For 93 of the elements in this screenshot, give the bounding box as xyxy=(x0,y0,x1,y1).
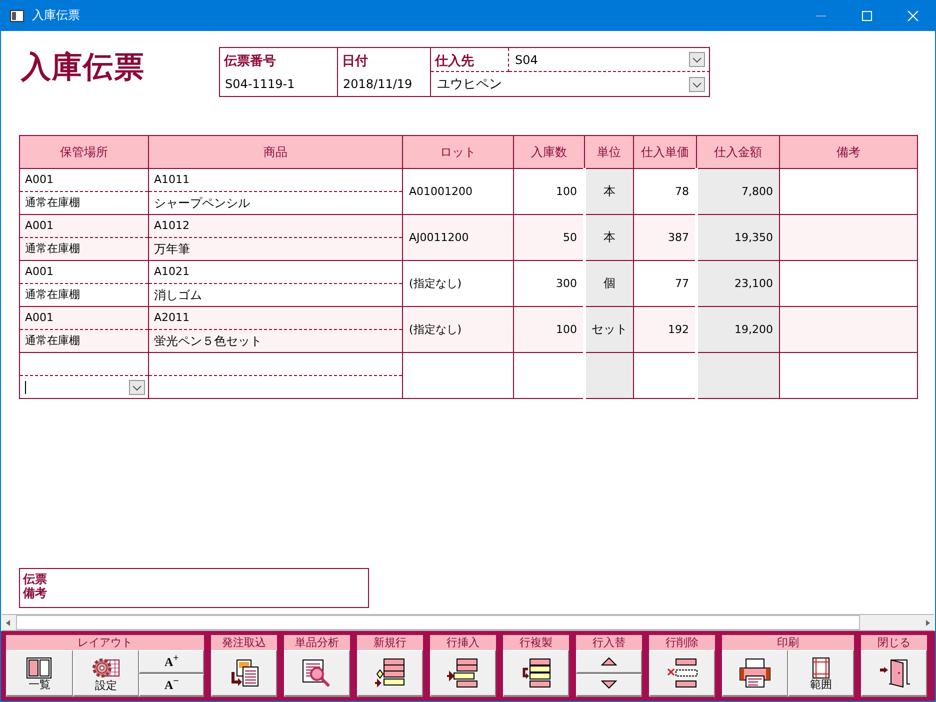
remarks-field[interactable]: 伝票備考 xyxy=(19,568,369,608)
supplier-name-dropdown[interactable]: ユウヒペン xyxy=(431,72,710,96)
font-larger-button[interactable]: A$^{+}$ xyxy=(139,650,204,674)
import-button[interactable] xyxy=(211,650,277,697)
group-label: 行複製 xyxy=(503,635,569,650)
table-cell: A1012 xyxy=(149,215,402,238)
group-label: 印刷 xyxy=(722,635,854,650)
slip-number-value: S04-1119-1 xyxy=(220,72,338,96)
table-cell: 50 xyxy=(514,214,584,260)
down-triangle-icon xyxy=(601,680,617,690)
column-header: ロット xyxy=(402,136,514,168)
close-icon[interactable] xyxy=(907,10,919,22)
magnifier-icon xyxy=(301,658,333,688)
table-cell: 19,200 xyxy=(696,306,780,352)
dropdown-icon[interactable] xyxy=(689,52,705,67)
up-triangle-icon xyxy=(601,656,617,666)
horizontal-scrollbar[interactable] xyxy=(2,614,934,631)
maximize-icon[interactable] xyxy=(861,10,873,22)
table-cell: A1021 xyxy=(149,261,402,284)
dropdown-icon[interactable] xyxy=(689,76,705,92)
gear-icon xyxy=(91,656,121,680)
table-cell: 本 xyxy=(584,214,634,260)
table-cell: 23,100 xyxy=(696,260,780,306)
page-range-icon xyxy=(812,656,830,678)
table-cell: A001 xyxy=(20,215,148,238)
table-cell-text: 通常在庫棚 xyxy=(24,195,81,211)
remarks-label: 伝票備考 xyxy=(23,572,48,600)
group-label: 閉じる xyxy=(861,635,927,650)
table-cell: 100 xyxy=(514,306,584,352)
table-cell: A001 xyxy=(20,169,148,192)
move-up-button[interactable] xyxy=(576,650,642,674)
group-label: 行挿入 xyxy=(430,635,496,650)
window-title: 入庫伝票 xyxy=(32,7,80,24)
duplicate-row-icon xyxy=(520,658,552,688)
split-panel-icon xyxy=(26,656,52,678)
table-cell-text: 蛍光ペン５色セット xyxy=(153,333,263,350)
field-label: 仕入先 xyxy=(431,48,509,72)
app-icon xyxy=(10,10,24,22)
supplier-code-dropdown[interactable]: S04 xyxy=(509,48,710,72)
new-row-icon xyxy=(374,658,406,688)
table-cell: 192 xyxy=(634,306,696,352)
table-cell: セット xyxy=(584,306,634,352)
table-cell: AJ0011200 xyxy=(402,214,514,260)
duplicate-row-button[interactable] xyxy=(503,650,569,697)
table-cell: 7,800 xyxy=(696,168,780,214)
list-view-button[interactable]: 一覧 xyxy=(6,650,73,697)
group-label: 行入替 xyxy=(576,635,642,650)
table-cell-text: 消しゴム xyxy=(153,287,203,304)
delete-row-button[interactable] xyxy=(649,650,715,697)
font-smaller-button[interactable]: A$^{−}$ xyxy=(139,674,204,697)
form-title: 入庫伝票 xyxy=(21,49,145,87)
group-label: 新規行 xyxy=(357,635,423,650)
date-value: 2018/11/19 xyxy=(338,72,431,96)
column-header: 仕入単価 xyxy=(634,136,696,168)
table-cell-text: 万年筆 xyxy=(153,241,191,258)
dropdown-icon[interactable] xyxy=(129,380,145,394)
print-button[interactable] xyxy=(722,650,788,697)
column-header: 備考 xyxy=(780,136,918,168)
table-cell: A2011 xyxy=(149,307,402,330)
printer-icon xyxy=(739,658,771,688)
table-cell: A001 xyxy=(20,261,148,284)
table-cell: A1011 xyxy=(149,169,402,192)
column-header: 入庫数 xyxy=(514,136,584,168)
door-exit-icon xyxy=(877,657,911,689)
column-header: 保管場所 xyxy=(20,136,148,168)
table-cell: 本 xyxy=(584,168,634,214)
print-range-button[interactable]: 範囲 xyxy=(788,650,854,697)
column-header: 仕入金額 xyxy=(696,136,780,168)
table-cell-text: シャープペンシル xyxy=(153,195,251,212)
table-cell-text: 通常在庫棚 xyxy=(24,241,81,257)
field-label: 伝票番号 xyxy=(220,48,338,72)
delete-row-icon xyxy=(666,658,698,688)
new-row-button[interactable] xyxy=(357,650,423,697)
table-cell: 個 xyxy=(584,260,634,306)
table-cell: 387 xyxy=(634,214,696,260)
insert-row-button[interactable] xyxy=(430,650,496,697)
group-label: 発注取込 xyxy=(211,635,277,650)
group-label: 単品分析 xyxy=(284,635,350,650)
table-cell-text: 通常在庫棚 xyxy=(24,287,81,303)
analyze-button[interactable] xyxy=(284,650,350,697)
settings-button[interactable]: 設定 xyxy=(72,650,140,697)
insert-row-icon xyxy=(447,658,479,688)
close-button[interactable] xyxy=(861,650,927,697)
column-header: 単位 xyxy=(584,136,634,168)
table-cell: A001 xyxy=(20,307,148,330)
table-cell-text: 通常在庫棚 xyxy=(24,333,81,349)
group-label: レイアウト xyxy=(6,635,204,650)
move-down-button[interactable] xyxy=(576,674,642,697)
table-cell: (指定なし) xyxy=(402,306,514,352)
table-cell: 19,350 xyxy=(696,214,780,260)
group-label: 行削除 xyxy=(649,635,715,650)
column-header: 商品 xyxy=(148,136,402,168)
field-label: 日付 xyxy=(338,48,431,72)
